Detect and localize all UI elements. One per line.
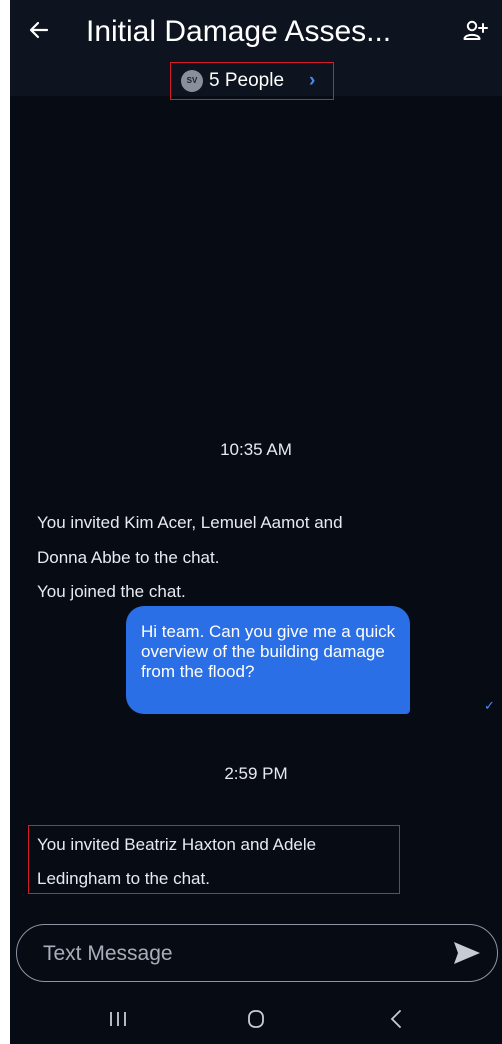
message-timestamp: 2:59 PM xyxy=(224,764,288,783)
system-message: You invited Beatriz Haxton and Adele xyxy=(37,835,317,854)
arrow-left-icon xyxy=(29,21,49,39)
chat-title[interactable]: Initial Damage Asses... xyxy=(86,12,446,52)
participants-count: 5 People xyxy=(209,70,285,91)
system-message: Donna Abbe to the chat. xyxy=(37,548,220,567)
back-button[interactable] xyxy=(26,15,52,45)
send-button[interactable] xyxy=(453,941,481,965)
home-icon xyxy=(248,1010,264,1028)
participants-summary[interactable]: SV 5 People › xyxy=(170,62,334,100)
system-message: Ledingham to the chat. xyxy=(37,869,210,888)
system-message: You invited Kim Acer, Lemuel Aamot and xyxy=(37,513,343,532)
home-button[interactable] xyxy=(236,1004,276,1034)
add-participant-button[interactable] xyxy=(462,18,488,44)
system-navigation-bar xyxy=(10,996,502,1044)
system-message: You joined the chat. xyxy=(37,582,186,601)
system-back-button[interactable] xyxy=(376,1004,416,1034)
recent-apps-icon xyxy=(110,1012,126,1026)
outgoing-message-bubble[interactable]: Hi team. Can you give me a quick overvie… xyxy=(126,606,410,714)
chevron-right-icon: › xyxy=(309,70,316,91)
add-person-icon xyxy=(463,20,488,40)
delivered-check-icon: ✓ xyxy=(484,698,495,713)
send-icon xyxy=(454,942,480,964)
chat-header: Initial Damage Asses... SV 5 People › xyxy=(10,0,502,100)
recent-apps-button[interactable] xyxy=(98,1004,138,1034)
avatar: SV xyxy=(181,70,203,92)
message-composer xyxy=(16,924,498,982)
chat-screen: Initial Damage Asses... SV 5 People › 10… xyxy=(10,0,502,1044)
message-timestamp: 10:35 AM xyxy=(220,440,292,459)
message-input[interactable] xyxy=(41,939,425,969)
back-chevron-icon xyxy=(390,1010,401,1028)
